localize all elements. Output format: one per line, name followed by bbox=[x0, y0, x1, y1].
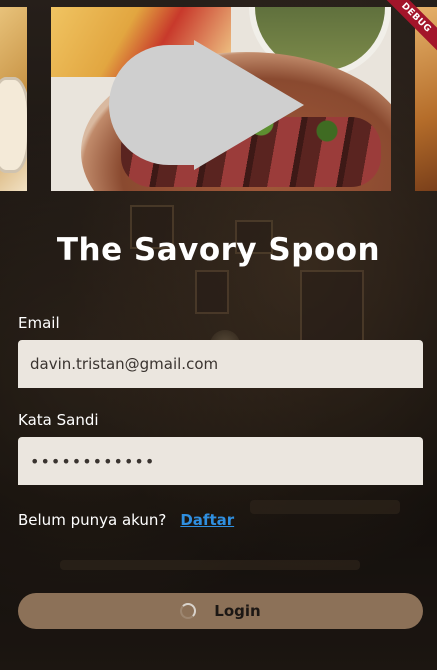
email-field[interactable]: davin.tristan@gmail.com bbox=[18, 340, 423, 388]
carousel-slide-previous[interactable] bbox=[0, 7, 27, 191]
login-button[interactable]: Login bbox=[18, 593, 423, 629]
carousel-slide-current[interactable] bbox=[51, 7, 391, 191]
image-carousel[interactable] bbox=[0, 0, 437, 200]
login-button-label: Login bbox=[214, 602, 261, 620]
password-label: Kata Sandi bbox=[18, 411, 99, 429]
spinner-icon bbox=[180, 603, 197, 619]
signup-row: Belum punya akun? Daftar bbox=[18, 511, 234, 529]
email-value: davin.tristan@gmail.com bbox=[30, 355, 219, 373]
play-icon[interactable] bbox=[109, 35, 309, 175]
email-label: Email bbox=[18, 314, 60, 332]
password-field[interactable]: •••••••••••• bbox=[18, 437, 423, 485]
password-value: •••••••••••• bbox=[30, 451, 156, 471]
app-title: The Savory Spoon bbox=[56, 232, 381, 268]
signup-link[interactable]: Daftar bbox=[180, 511, 234, 529]
signup-prompt: Belum punya akun? bbox=[18, 511, 167, 529]
